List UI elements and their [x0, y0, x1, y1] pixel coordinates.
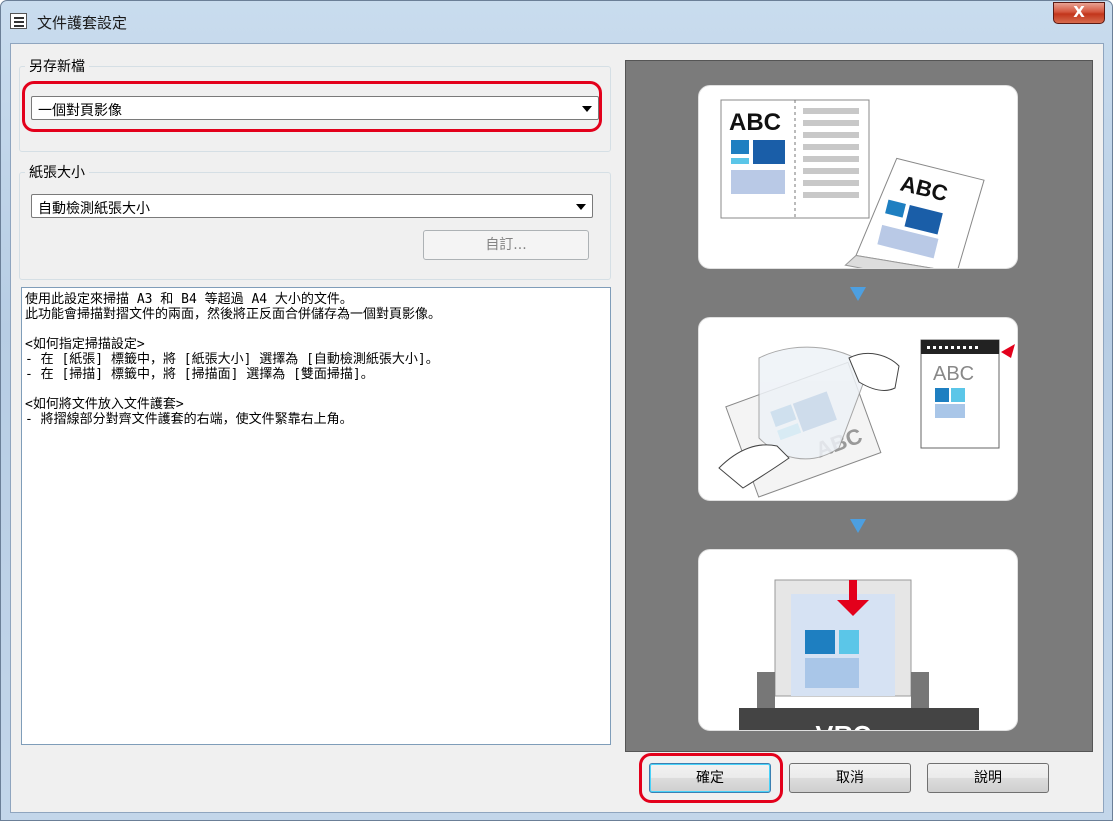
- window-icon: [10, 13, 27, 29]
- abc-label: ABC: [729, 109, 781, 136]
- save-as-highlight: [22, 81, 602, 132]
- abc-flipped-label: ABC: [815, 720, 872, 731]
- close-button[interactable]: X: [1053, 2, 1105, 24]
- folded-document-card: ABC ABC: [698, 85, 1018, 269]
- scanner-feed-illustration: ABC: [739, 579, 979, 731]
- insert-document-card: ABC ABC: [698, 317, 1018, 501]
- paper-size-select[interactable]: 自動檢測紙張大小: [31, 194, 593, 218]
- custom-size-button[interactable]: 自訂...: [423, 230, 589, 260]
- title-bar[interactable]: 文件護套設定 X: [1, 1, 1112, 43]
- insert-document-illustration: ABC ABC: [718, 339, 1015, 498]
- paper-size-group: [19, 172, 611, 280]
- description-text: 使用此設定來掃描 A3 和 B4 等超過 A4 大小的文件。 此功能會掃描對摺文…: [21, 287, 611, 745]
- dialog-client-area: 另存新檔 一個對頁影像 紙張大小 自動檢測紙張大小 自訂... 使用此設定來掃描…: [10, 43, 1104, 813]
- paper-size-select-value: 自動檢測紙張大小: [38, 201, 150, 217]
- abc-sheet-label: ABC: [933, 363, 974, 385]
- ok-button-highlight: [639, 753, 783, 803]
- step-arrow-icon: [850, 519, 866, 533]
- chevron-down-icon: [576, 204, 586, 210]
- window-title: 文件護套設定: [37, 14, 128, 32]
- cancel-button[interactable]: 取消: [789, 763, 911, 793]
- paper-size-group-label: 紙張大小: [25, 162, 89, 182]
- dialog-window: 文件護套設定 X 另存新檔 一個對頁影像 紙張大小 自動檢測紙張大小 自訂...…: [0, 0, 1113, 821]
- step-arrow-icon: [850, 287, 866, 301]
- illustration-panel: ABC ABC ABC: [625, 60, 1093, 752]
- help-button[interactable]: 說明: [927, 763, 1049, 793]
- save-as-group-label: 另存新檔: [25, 56, 89, 76]
- folded-document-illustration: ABC ABC: [720, 99, 985, 268]
- scanner-feed-card: ABC: [698, 549, 1018, 731]
